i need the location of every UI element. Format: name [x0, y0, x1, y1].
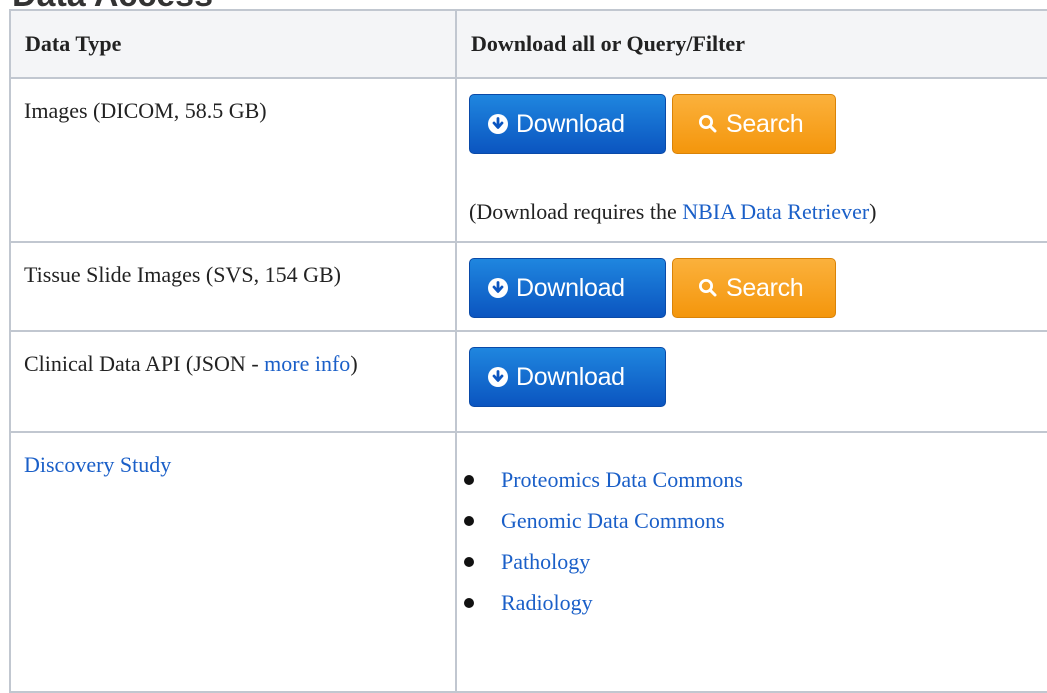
- table-row-images: Images (DICOM, 58.5 GB) Download Search …: [9, 77, 1047, 243]
- images-button-row: Download Search: [469, 94, 1047, 154]
- nbia-data-retriever-link[interactable]: NBIA Data Retriever: [682, 199, 869, 224]
- images-type-cell: Images (DICOM, 58.5 GB): [9, 77, 457, 243]
- discovery-study-link[interactable]: Discovery Study: [24, 452, 171, 477]
- discovery-type-cell: Discovery Study: [9, 431, 457, 693]
- slides-label: Tissue Slide Images (SVS, 154 GB): [24, 262, 341, 287]
- clinical-label-prefix: Clinical Data API (JSON -: [24, 351, 265, 376]
- slides-download-button[interactable]: Download: [469, 258, 666, 318]
- clinical-type-cell: Clinical Data API (JSON - more info): [9, 330, 457, 433]
- images-search-button[interactable]: Search: [672, 94, 836, 154]
- search-button-label: Search: [726, 110, 804, 138]
- pathology-link[interactable]: Pathology: [501, 549, 590, 574]
- images-action-cell: Download Search (Download requires the N…: [455, 77, 1047, 243]
- magnifier-icon: [698, 114, 718, 134]
- magnifier-icon: [698, 278, 718, 298]
- discovery-links-cell: Proteomics Data Commons Genomic Data Com…: [455, 431, 1047, 693]
- note-prefix: (Download requires the: [469, 199, 683, 224]
- download-button-label: Download: [516, 363, 625, 391]
- table-header-row: Data Type Download all or Query/Filter: [9, 9, 1047, 79]
- list-item: Radiology: [464, 590, 1047, 631]
- images-label: Images (DICOM, 58.5 GB): [24, 98, 267, 123]
- proteomics-data-commons-link[interactable]: Proteomics Data Commons: [501, 467, 743, 492]
- download-circle-icon: [488, 278, 508, 298]
- slides-action-cell: Download Search: [455, 241, 1047, 332]
- data-access-table: Data Type Download all or Query/Filter I…: [9, 9, 1047, 693]
- header-download-query: Download all or Query/Filter: [455, 9, 1047, 79]
- download-button-label: Download: [516, 110, 625, 138]
- images-download-note: (Download requires the NBIA Data Retriev…: [469, 199, 1047, 225]
- radiology-link[interactable]: Radiology: [501, 590, 593, 615]
- search-button-label: Search: [726, 274, 804, 302]
- table-row-slides: Tissue Slide Images (SVS, 154 GB) Downlo…: [9, 241, 1047, 332]
- list-item: Pathology: [464, 549, 1047, 590]
- slides-button-row: Download Search: [469, 258, 1047, 318]
- bullet-dot-icon: [464, 598, 474, 608]
- note-suffix: ): [869, 199, 877, 224]
- download-circle-icon: [488, 114, 508, 134]
- table-row-discovery: Discovery Study Proteomics Data Commons …: [9, 431, 1047, 693]
- slides-search-button[interactable]: Search: [672, 258, 836, 318]
- clinical-download-button[interactable]: Download: [469, 347, 666, 407]
- bullet-dot-icon: [464, 557, 474, 567]
- table-row-clinical: Clinical Data API (JSON - more info) Dow…: [9, 330, 1047, 433]
- list-item: Proteomics Data Commons: [464, 467, 1047, 508]
- more-info-link[interactable]: more info: [264, 351, 350, 376]
- download-circle-icon: [488, 367, 508, 387]
- download-button-label: Download: [516, 274, 625, 302]
- discovery-links-list: Proteomics Data Commons Genomic Data Com…: [457, 433, 1047, 631]
- bullet-dot-icon: [464, 475, 474, 485]
- header-data-type: Data Type: [9, 9, 457, 79]
- genomic-data-commons-link[interactable]: Genomic Data Commons: [501, 508, 725, 533]
- list-item: Genomic Data Commons: [464, 508, 1047, 549]
- clinical-button-row: Download: [469, 347, 1047, 407]
- clinical-action-cell: Download: [455, 330, 1047, 433]
- slides-type-cell: Tissue Slide Images (SVS, 154 GB): [9, 241, 457, 332]
- images-download-button[interactable]: Download: [469, 94, 666, 154]
- clinical-label-suffix: ): [350, 351, 358, 376]
- bullet-dot-icon: [464, 516, 474, 526]
